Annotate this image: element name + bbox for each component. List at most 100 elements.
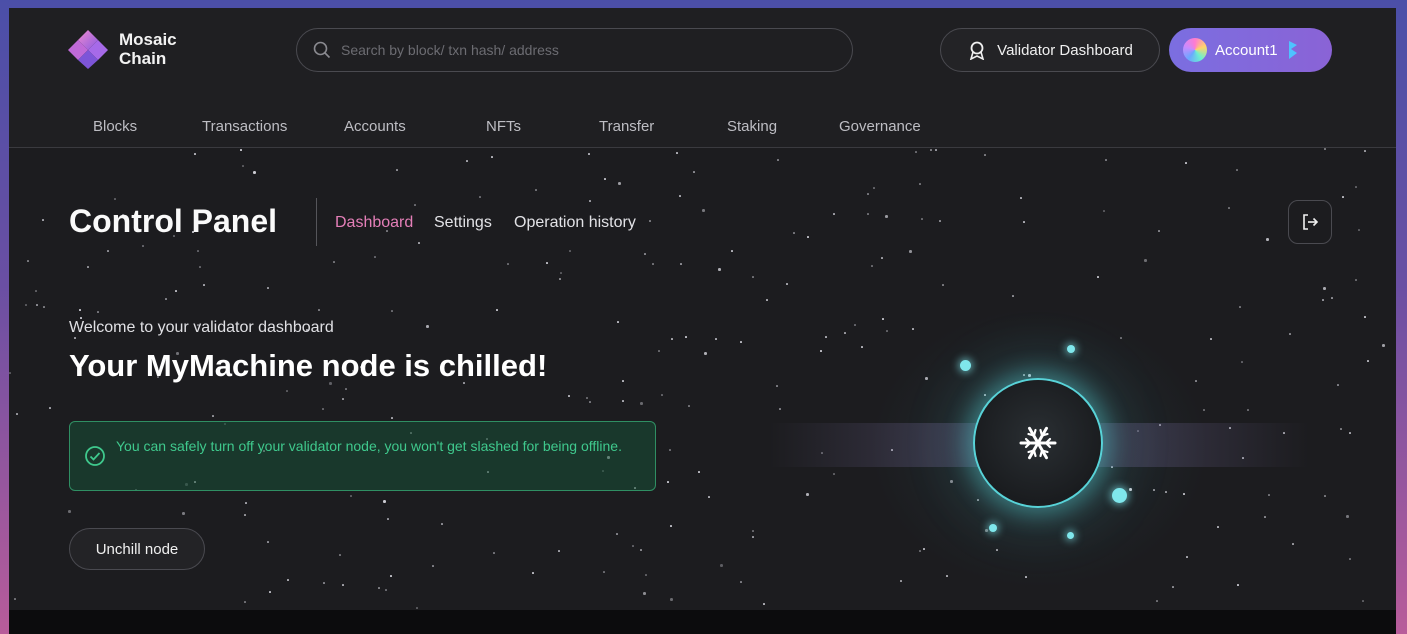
nav-item-governance[interactable]: Governance	[839, 118, 921, 135]
star	[350, 495, 352, 497]
star	[618, 182, 621, 185]
logout-button[interactable]	[1288, 200, 1332, 244]
star	[558, 550, 560, 552]
star	[36, 304, 38, 306]
star	[1346, 515, 1349, 518]
star	[985, 529, 988, 532]
star	[342, 398, 344, 400]
star	[1323, 287, 1326, 290]
star	[87, 266, 89, 268]
tab-dashboard[interactable]: Dashboard	[335, 214, 413, 232]
nav-item-staking[interactable]: Staking	[727, 118, 777, 135]
star	[616, 533, 618, 535]
star	[708, 496, 710, 498]
star	[114, 198, 116, 200]
star	[1268, 494, 1270, 496]
search-input[interactable]	[341, 42, 821, 58]
page-title: Control Panel	[69, 203, 278, 239]
star	[715, 338, 717, 340]
nav-item-transactions[interactable]: Transactions	[202, 118, 287, 135]
nav-item-nfts[interactable]: NFTs	[486, 118, 521, 135]
star	[378, 587, 380, 589]
star	[333, 261, 335, 263]
search-icon	[313, 41, 331, 59]
star	[43, 306, 45, 308]
star	[559, 278, 561, 280]
main-nav: Blocks Transactions Accounts NFTs Transf…	[9, 108, 1396, 148]
star	[322, 408, 324, 410]
star	[670, 598, 673, 601]
star	[97, 311, 99, 313]
star	[74, 337, 76, 339]
star	[820, 350, 822, 352]
star	[142, 245, 144, 247]
tab-settings[interactable]: Settings	[434, 214, 492, 232]
star	[197, 250, 199, 252]
star	[661, 394, 663, 396]
star	[1382, 344, 1385, 347]
star	[939, 220, 941, 222]
star	[1129, 488, 1132, 491]
star	[339, 554, 341, 556]
tab-operation-history[interactable]: Operation history	[514, 214, 636, 232]
star	[1217, 526, 1219, 528]
star	[1364, 316, 1366, 318]
welcome-text: Welcome to your validator dashboard	[69, 319, 334, 336]
star	[1158, 230, 1160, 232]
logout-icon	[1303, 214, 1319, 230]
unchill-node-button[interactable]: Unchill node	[69, 528, 205, 570]
star	[676, 152, 678, 154]
star	[667, 481, 669, 483]
validator-dashboard-label: Validator Dashboard	[997, 41, 1133, 59]
star	[685, 336, 687, 338]
star	[345, 388, 347, 390]
star	[652, 263, 654, 265]
nav-item-accounts[interactable]: Accounts	[344, 118, 406, 135]
star	[688, 405, 690, 407]
star	[414, 204, 416, 206]
star	[323, 582, 325, 584]
star	[793, 232, 795, 234]
account-button[interactable]: Account1	[1169, 28, 1332, 72]
star	[16, 413, 18, 415]
star	[740, 341, 742, 343]
star	[1185, 162, 1187, 164]
star	[825, 336, 827, 338]
star	[1322, 299, 1324, 301]
star	[833, 213, 835, 215]
star	[925, 377, 928, 380]
star	[1340, 428, 1342, 430]
brand-line1: Mosaic	[119, 30, 177, 49]
star	[532, 572, 534, 574]
star	[9, 372, 11, 374]
validator-dashboard-button[interactable]: Validator Dashboard	[940, 28, 1160, 72]
star	[900, 580, 902, 582]
star	[693, 171, 695, 173]
star	[1367, 360, 1369, 362]
star	[432, 565, 434, 567]
star	[569, 250, 571, 252]
star	[107, 250, 109, 252]
star	[777, 159, 779, 161]
nav-item-transfer[interactable]: Transfer	[599, 118, 654, 135]
star	[391, 417, 393, 419]
star	[1364, 150, 1366, 152]
star	[491, 156, 493, 158]
star	[942, 284, 944, 286]
star	[861, 346, 863, 348]
star	[1349, 558, 1351, 560]
star	[1241, 361, 1243, 363]
star	[391, 310, 393, 312]
star	[740, 581, 742, 583]
star	[383, 500, 386, 503]
brand-logo[interactable]: Mosaic Chain	[67, 28, 177, 70]
star	[833, 473, 835, 475]
star	[640, 402, 643, 405]
star	[507, 263, 509, 265]
star	[867, 193, 869, 195]
nav-item-blocks[interactable]: Blocks	[93, 118, 137, 135]
star	[1266, 238, 1269, 241]
search-bar[interactable]	[296, 28, 853, 72]
star	[622, 380, 624, 382]
star	[387, 518, 389, 520]
